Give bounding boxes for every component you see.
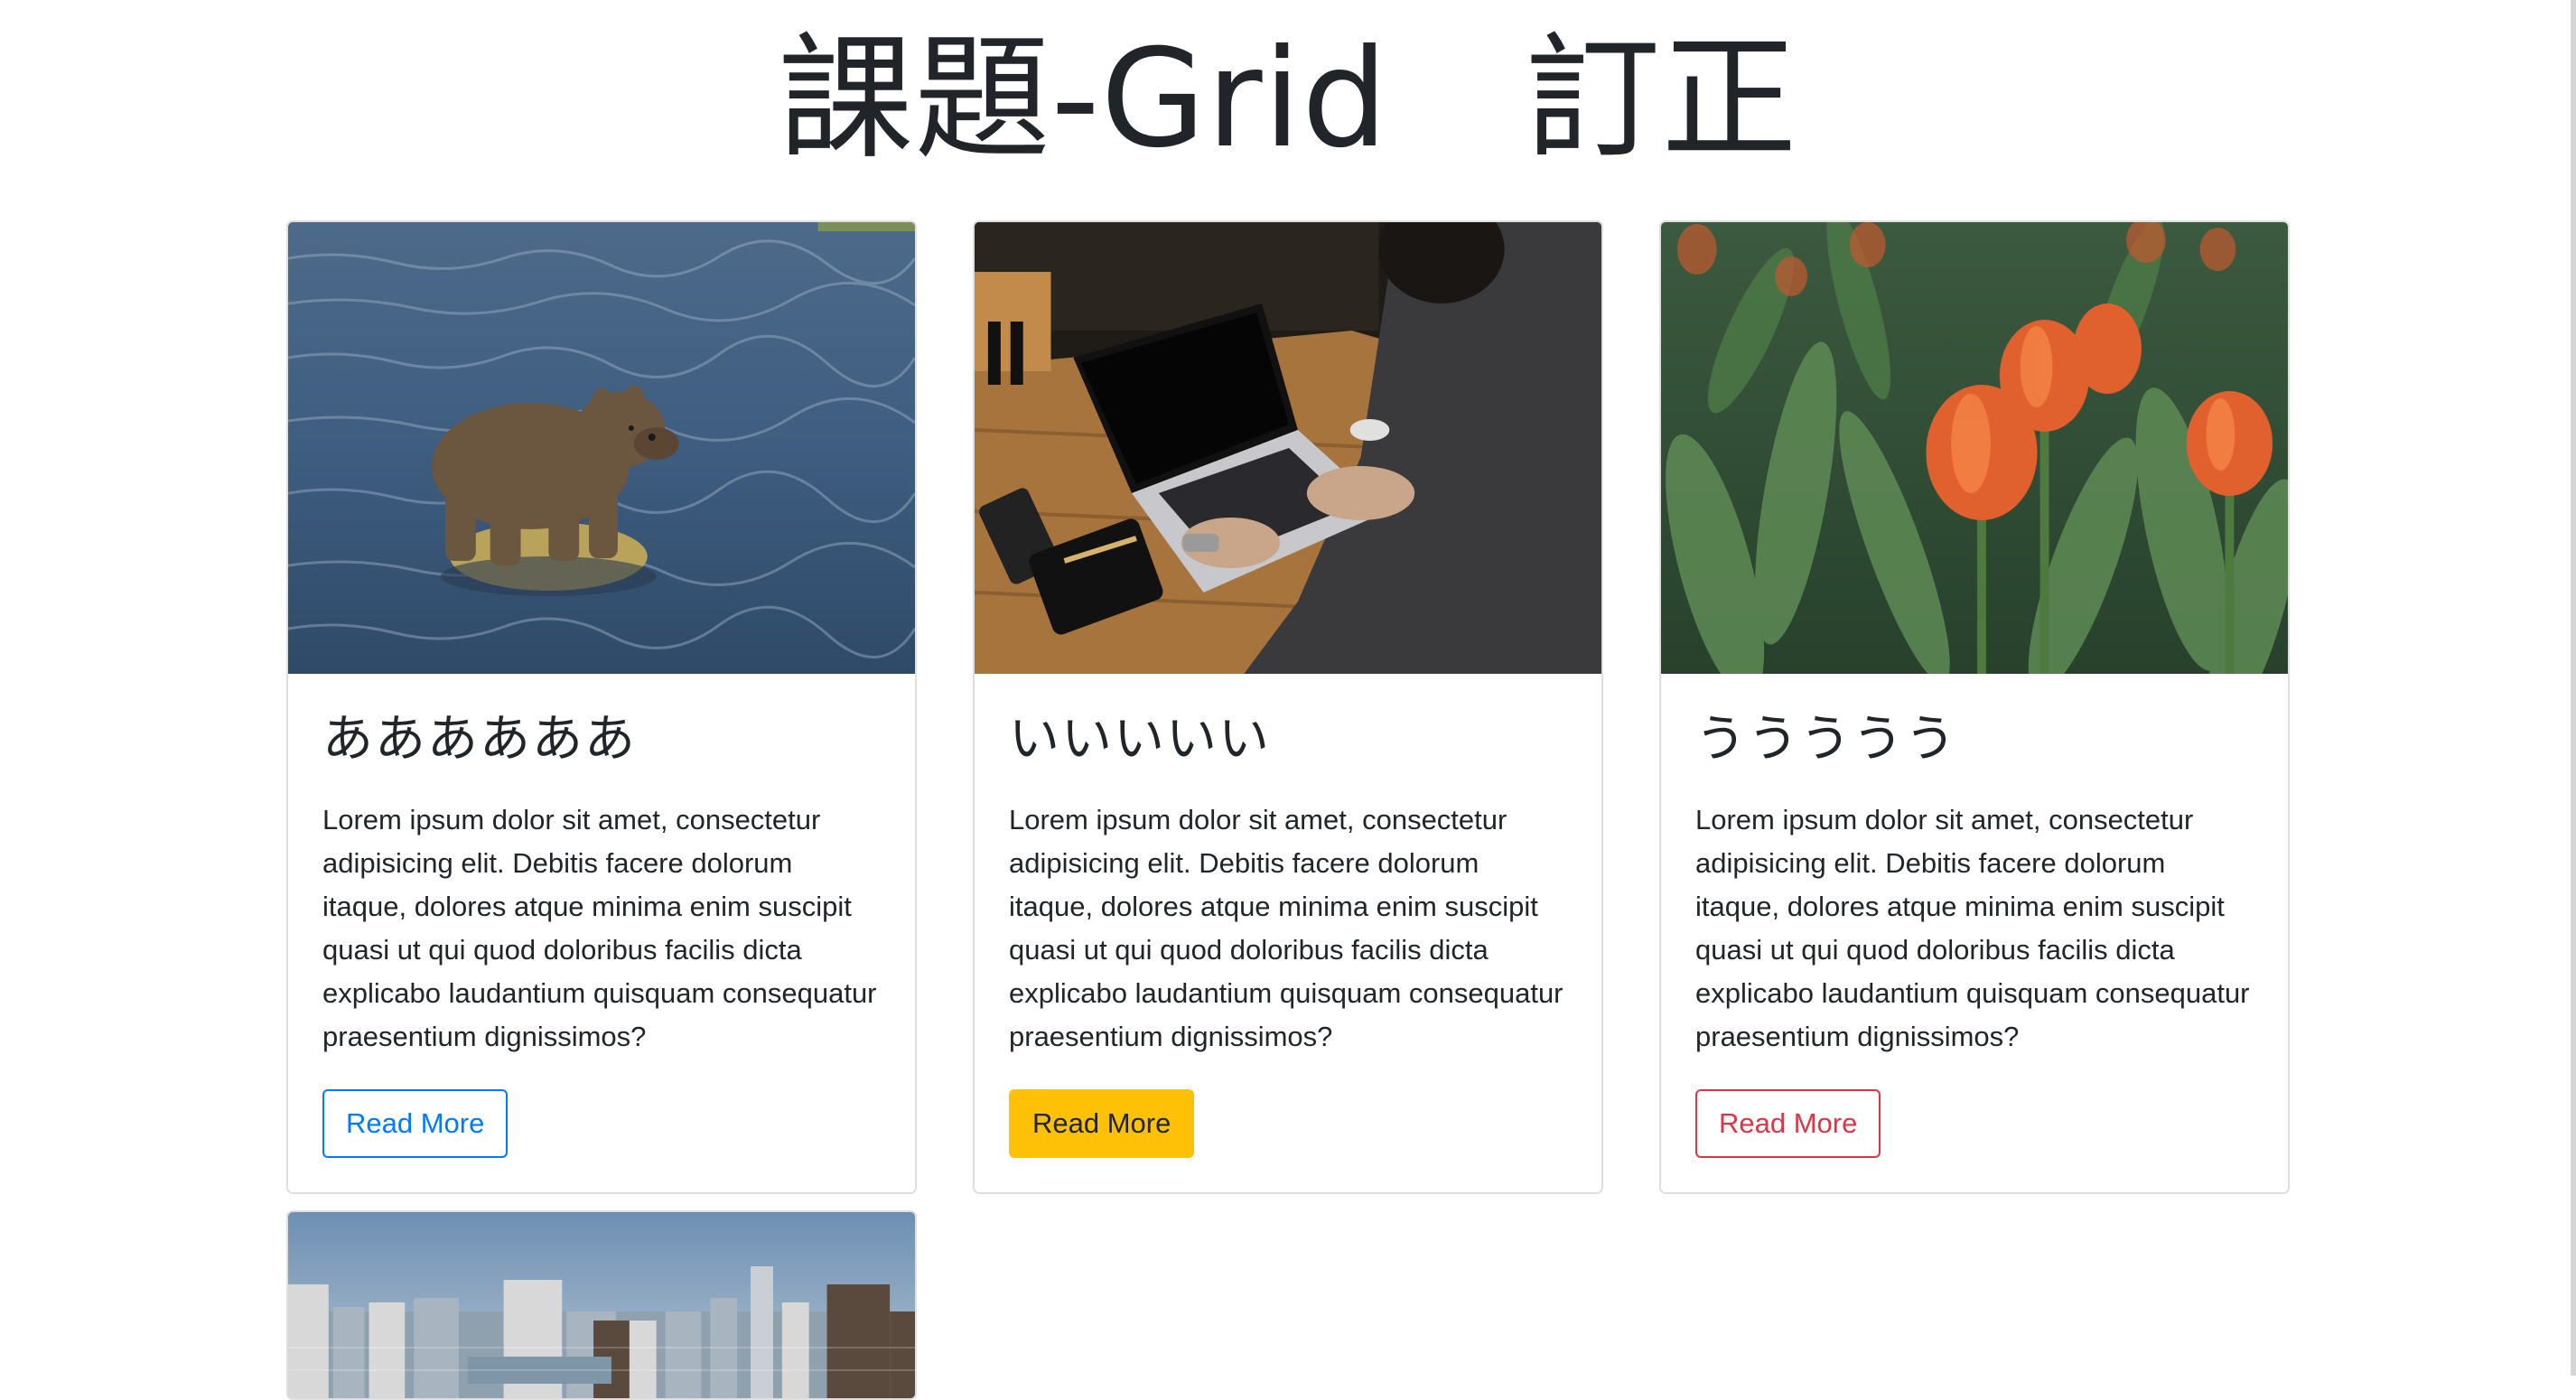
- read-more-button[interactable]: Read More: [1695, 1089, 1881, 1158]
- card-3: ううううう Lorem ipsum dolor sit amet, consec…: [1659, 220, 2290, 1194]
- bear-image: [288, 222, 915, 674]
- card-title: ああああああ: [322, 710, 637, 769]
- card-body: ああああああ Lorem ipsum dolor sit amet, conse…: [288, 674, 915, 1192]
- card-text: Lorem ipsum dolor sit amet, consectetur …: [1695, 804, 2250, 1052]
- read-more-button[interactable]: Read More: [322, 1089, 509, 1158]
- card-title: ううううう: [1695, 710, 1957, 769]
- card-1: ああああああ Lorem ipsum dolor sit amet, conse…: [286, 220, 917, 1194]
- card-text: Lorem ipsum dolor sit amet, consectetur …: [322, 804, 877, 1052]
- card-title: いいいいい: [1009, 710, 1271, 769]
- card-4: [286, 1210, 917, 1400]
- read-more-button[interactable]: Read More: [1009, 1089, 1195, 1158]
- card-grid: ああああああ Lorem ipsum dolor sit amet, conse…: [286, 220, 2290, 1400]
- laptop-image: [975, 222, 1601, 674]
- card-2: いいいいい Lorem ipsum dolor sit amet, consec…: [973, 220, 1603, 1194]
- card-body: いいいいい Lorem ipsum dolor sit amet, consec…: [975, 674, 1601, 1192]
- page-title: 課題-Grid 訂正: [778, 21, 1798, 178]
- card-text: Lorem ipsum dolor sit amet, consectetur …: [1009, 804, 1563, 1052]
- scrollbar[interactable]: [2571, 0, 2576, 1376]
- city-image: [288, 1212, 915, 1398]
- page: 課題-Grid 訂正 ああああああ Lorem ipsum dolor sit …: [0, 0, 2576, 1400]
- card-body: ううううう Lorem ipsum dolor sit amet, consec…: [1661, 674, 2288, 1192]
- tulips-image: [1661, 222, 2288, 674]
